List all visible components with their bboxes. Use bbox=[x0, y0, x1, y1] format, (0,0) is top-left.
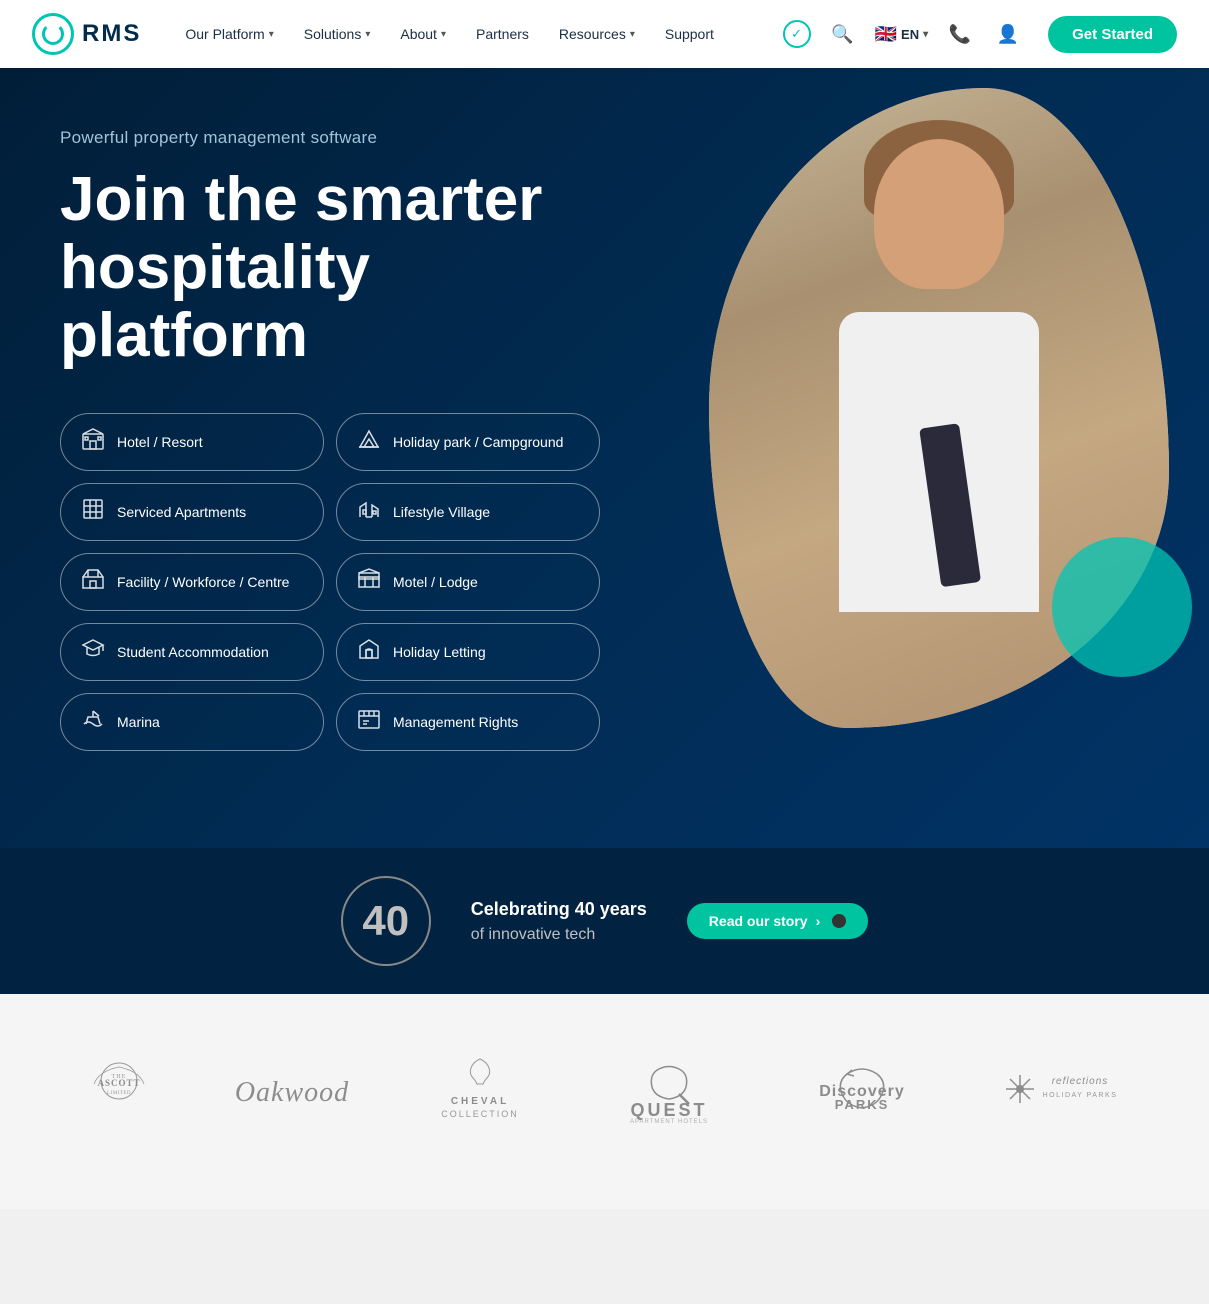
read-story-button[interactable]: Read our story › bbox=[687, 903, 868, 939]
hotel-icon bbox=[81, 427, 105, 457]
brand-discovery[interactable]: Discovery PARKS bbox=[792, 1054, 932, 1129]
motel-icon bbox=[357, 567, 381, 597]
flag-icon: 🇬🇧 bbox=[875, 24, 897, 45]
discovery-logo: Discovery PARKS bbox=[792, 1054, 932, 1129]
brand-ascott[interactable]: THE ASCOTT LIMITED bbox=[69, 1059, 169, 1124]
logo-text: RMS bbox=[82, 20, 141, 48]
cheval-logo: CHEVAL COLLECTION bbox=[415, 1054, 545, 1129]
logo-icon bbox=[32, 13, 74, 55]
house-icon bbox=[357, 637, 381, 667]
svg-text:ASCOTT: ASCOTT bbox=[98, 1078, 141, 1088]
student-icon bbox=[81, 637, 105, 667]
person-head bbox=[874, 139, 1004, 289]
nav-partners[interactable]: Partners bbox=[464, 18, 541, 50]
property-motel-lodge[interactable]: Motel / Lodge bbox=[336, 553, 600, 611]
anniversary-banner: 40 Celebrating 40 years of innovative te… bbox=[0, 848, 1209, 994]
property-lifestyle-village[interactable]: Lifestyle Village bbox=[336, 483, 600, 541]
svg-text:Oakwood: Oakwood bbox=[235, 1077, 349, 1108]
svg-text:COLLECTION: COLLECTION bbox=[442, 1109, 520, 1119]
apartments-icon bbox=[81, 497, 105, 527]
svg-text:CHEVAL: CHEVAL bbox=[451, 1096, 509, 1107]
person-body bbox=[839, 312, 1039, 612]
cursor-indicator bbox=[832, 914, 846, 928]
svg-text:PARKS: PARKS bbox=[834, 1097, 889, 1112]
brand-oakwood[interactable]: Oakwood bbox=[227, 1069, 357, 1114]
property-holiday-letting[interactable]: Holiday Letting bbox=[336, 623, 600, 681]
chevron-down-icon: ▾ bbox=[365, 29, 370, 40]
campground-icon bbox=[357, 427, 381, 457]
get-started-button[interactable]: Get Started bbox=[1048, 16, 1177, 53]
nav-our-platform[interactable]: Our Platform ▾ bbox=[173, 18, 285, 50]
arrow-icon: › bbox=[816, 913, 821, 929]
logos-section: THE ASCOTT LIMITED Oakwood CHEVAL COLLEC… bbox=[0, 994, 1209, 1209]
hero-subtitle: Powerful property management software bbox=[60, 128, 620, 148]
chevron-down-icon: ▾ bbox=[923, 29, 928, 40]
nav-solutions[interactable]: Solutions ▾ bbox=[292, 18, 383, 50]
logo[interactable]: RMS bbox=[32, 13, 141, 55]
account-button[interactable]: 👤 bbox=[992, 18, 1024, 50]
village-icon bbox=[357, 497, 381, 527]
svg-text:HOLIDAY PARKS: HOLIDAY PARKS bbox=[1042, 1092, 1117, 1099]
property-marina[interactable]: Marina bbox=[60, 693, 324, 751]
quest-logo: QUEST APARTMENT HOTELS bbox=[604, 1059, 734, 1124]
nav-resources[interactable]: Resources ▾ bbox=[547, 18, 647, 50]
brand-cheval[interactable]: CHEVAL COLLECTION bbox=[415, 1054, 545, 1129]
person-tie bbox=[919, 423, 981, 587]
teal-accent-circle bbox=[1052, 537, 1192, 677]
ascott-logo: THE ASCOTT LIMITED bbox=[69, 1059, 169, 1124]
anniversary-logo: 40 bbox=[341, 876, 431, 966]
hero-title: Join the smarter hospitality platform bbox=[60, 166, 620, 371]
nav-about[interactable]: About ▾ bbox=[388, 18, 458, 50]
language-selector[interactable]: 🇬🇧 EN ▾ bbox=[875, 24, 929, 45]
property-student-accommodation[interactable]: Student Accommodation bbox=[60, 623, 324, 681]
reflections-logo: reflections HOLIDAY PARKS bbox=[990, 1059, 1140, 1124]
property-serviced-apartments[interactable]: Serviced Apartments bbox=[60, 483, 324, 541]
hero-image bbox=[709, 88, 1169, 728]
phone-button[interactable]: 📞 bbox=[944, 18, 976, 50]
anniversary-circle: 40 bbox=[341, 876, 431, 966]
svg-text:APARTMENT HOTELS: APARTMENT HOTELS bbox=[630, 1119, 708, 1124]
oakwood-logo: Oakwood bbox=[227, 1069, 357, 1114]
property-hotel-resort[interactable]: Hotel / Resort bbox=[60, 413, 324, 471]
marina-icon bbox=[81, 707, 105, 737]
nav-icons: ✓ 🔍 🇬🇧 EN ▾ 📞 👤 Get Started bbox=[783, 16, 1177, 53]
nav-links: Our Platform ▾ Solutions ▾ About ▾ Partn… bbox=[173, 18, 782, 50]
brand-reflections[interactable]: reflections HOLIDAY PARKS bbox=[990, 1059, 1140, 1124]
chevron-down-icon: ▾ bbox=[630, 29, 635, 40]
chevron-down-icon: ▾ bbox=[441, 29, 446, 40]
svg-text:reflections: reflections bbox=[1052, 1076, 1109, 1087]
chevron-down-icon: ▾ bbox=[269, 29, 274, 40]
hero-section: Powerful property management software Jo… bbox=[0, 68, 1209, 848]
navbar: RMS Our Platform ▾ Solutions ▾ About ▾ P… bbox=[0, 0, 1209, 68]
hero-content: Powerful property management software Jo… bbox=[60, 128, 620, 751]
svg-text:QUEST: QUEST bbox=[630, 1100, 707, 1120]
management-icon bbox=[357, 707, 381, 737]
checkmark-icon[interactable]: ✓ bbox=[783, 20, 811, 48]
anniversary-text: Celebrating 40 years of innovative tech bbox=[471, 896, 647, 947]
property-facility-workforce[interactable]: Facility / Workforce / Centre bbox=[60, 553, 324, 611]
svg-text:LIMITED: LIMITED bbox=[107, 1091, 131, 1096]
search-button[interactable]: 🔍 bbox=[827, 18, 859, 50]
property-management-rights[interactable]: Management Rights bbox=[336, 693, 600, 751]
nav-support[interactable]: Support bbox=[653, 18, 726, 50]
property-grid: Hotel / Resort Holiday park / Campground bbox=[60, 413, 600, 751]
anniversary-number: 40 bbox=[362, 900, 409, 942]
facility-icon bbox=[81, 567, 105, 597]
brand-quest[interactable]: QUEST APARTMENT HOTELS bbox=[604, 1059, 734, 1124]
property-holiday-park[interactable]: Holiday park / Campground bbox=[336, 413, 600, 471]
